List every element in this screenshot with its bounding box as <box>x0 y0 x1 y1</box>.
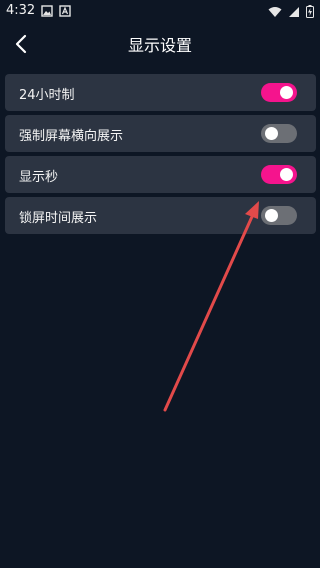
toggle-knob <box>265 127 278 140</box>
settings-list: 24小时制 强制屏幕横向展示 显示秒 锁屏时间展示 <box>5 74 316 238</box>
status-system-icons <box>268 5 314 18</box>
toggle-force-landscape[interactable] <box>261 124 297 143</box>
status-time: 4:32 <box>6 3 36 18</box>
page-title: 显示设置 <box>127 36 192 55</box>
setting-row-force-landscape: 强制屏幕横向展示 <box>5 115 316 152</box>
app-bar: 显示设置 <box>0 24 320 64</box>
setting-label: 24小时制 <box>19 88 75 103</box>
setting-row-lockscreen-time: 锁屏时间展示 <box>5 197 316 234</box>
toggle-knob <box>265 209 278 222</box>
toggle-show-seconds[interactable] <box>261 165 297 184</box>
status-bar: 4:32 <box>0 0 320 24</box>
image-icon <box>41 5 53 17</box>
annotation-arrow-line <box>163 208 257 412</box>
signal-icon <box>289 6 299 17</box>
toggle-knob <box>280 168 293 181</box>
setting-row-show-seconds: 显示秒 <box>5 156 316 193</box>
setting-row-24-hour: 24小时制 <box>5 74 316 111</box>
setting-label: 显示秒 <box>19 170 59 185</box>
status-notification-icons <box>41 5 71 17</box>
toggle-knob <box>280 86 293 99</box>
toggle-lockscreen-time[interactable] <box>261 206 297 225</box>
setting-label: 强制屏幕横向展示 <box>19 129 124 144</box>
setting-label: 锁屏时间展示 <box>19 211 98 226</box>
font-app-icon <box>59 5 71 17</box>
battery-icon <box>306 5 314 18</box>
toggle-24-hour[interactable] <box>261 83 297 102</box>
wifi-icon <box>268 6 282 17</box>
